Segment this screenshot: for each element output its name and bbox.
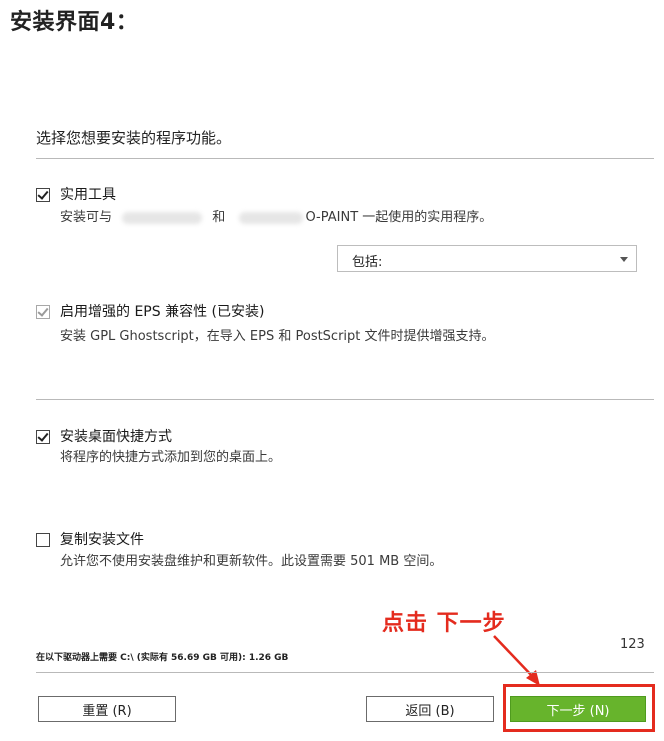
desktop-shortcut-description: 将程序的快捷方式添加到您的桌面上。 (60, 450, 282, 465)
page-heading: 安装界面4： (10, 10, 139, 35)
desktop-shortcut-checkbox[interactable] (36, 430, 50, 444)
bottom-divider (36, 672, 654, 673)
dropdown-value: 包括: (352, 255, 383, 270)
disk-space-info: 在以下驱动器上需要 C:\ (实际有 56.69 GB 可用): 1.26 GB (36, 653, 289, 663)
copy-install-files-checkbox[interactable] (36, 533, 50, 547)
utilities-desc-mid: 和 (212, 210, 226, 225)
eps-compat-title: 启用增强的 EPS 兼容性 (已安装) (60, 304, 265, 320)
chevron-down-icon (620, 257, 628, 262)
eps-compat-description: 安装 GPL Ghostscript，在导入 EPS 和 PostScript … (60, 329, 495, 344)
top-divider (36, 158, 654, 159)
annotation-arrow-icon (493, 635, 540, 686)
utilities-checkbox[interactable] (36, 188, 50, 202)
eps-compat-checkbox (36, 305, 50, 319)
utilities-title: 实用工具 (60, 187, 116, 203)
utilities-desc-suffix: O-PAINT 一起使用的实用程序。 (305, 210, 493, 225)
middle-divider (36, 399, 654, 400)
instruction-text: 选择您想要安装的程序功能。 (36, 129, 232, 147)
back-button[interactable]: 返回 (B) (366, 696, 494, 722)
utilities-desc-prefix: 安装可与 (60, 210, 113, 225)
redacted-blur (122, 211, 203, 224)
utilities-description: 安装可与 和 O-PAINT 一起使用的实用程序。 (60, 206, 492, 225)
click-next-annotation: 点击 下一步 (382, 611, 506, 636)
copy-install-files-description: 允许您不使用安装盘维护和更新软件。此设置需要 501 MB 空间。 (60, 554, 443, 569)
copy-install-files-title: 复制安装文件 (60, 532, 144, 548)
install-option-dropdown[interactable]: 包括: (337, 245, 637, 272)
reset-button[interactable]: 重置 (R) (38, 696, 176, 722)
desktop-shortcut-title: 安装桌面快捷方式 (60, 429, 172, 445)
next-button-highlight (503, 684, 655, 732)
page-counter: 123 (620, 637, 645, 652)
redacted-blur (239, 211, 304, 224)
